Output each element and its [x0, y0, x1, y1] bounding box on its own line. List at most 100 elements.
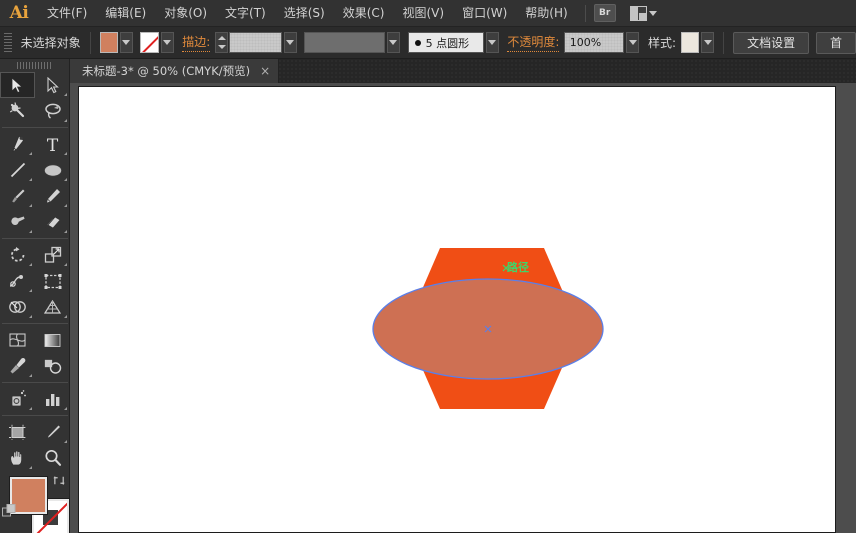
default-fill-stroke-icon[interactable] [2, 504, 16, 518]
lasso-tool[interactable] [35, 98, 70, 124]
rotate-tool[interactable] [0, 242, 35, 268]
control-bar-grip[interactable] [4, 32, 12, 53]
stroke-label[interactable]: 描边: [182, 33, 211, 52]
stroke-profile-input[interactable] [303, 32, 385, 53]
stroke-none-swatch[interactable] [140, 32, 159, 53]
tool-flyout-indicator [64, 178, 67, 181]
stepper-up-icon [217, 35, 226, 40]
document-tab[interactable]: 未标题-3* @ 50% (CMYK/预览) × [70, 59, 280, 83]
eyedropper-tool[interactable] [0, 353, 35, 379]
fill-dropdown-button[interactable] [119, 32, 133, 53]
tool-flyout-indicator [29, 466, 32, 469]
tool-flyout-indicator [64, 204, 67, 207]
tool-flyout-indicator [29, 407, 32, 410]
smart-guide-label: 路径 [507, 261, 529, 274]
opacity-input[interactable]: 100% [563, 32, 625, 53]
artboard[interactable]: 路径 [78, 86, 836, 533]
menu-object[interactable]: 对象(O) [155, 0, 216, 27]
control-bar: 未选择对象 描边: 5 点圆形 不透明度: 100% 样式: 文档设置 首 [0, 27, 856, 59]
tools-grid: T [0, 72, 70, 471]
tool-flyout-indicator [29, 263, 32, 266]
tool-flyout-indicator [64, 93, 67, 96]
chevron-down-icon [389, 40, 398, 45]
menu-window[interactable]: 窗口(W) [453, 0, 516, 27]
perspective-grid-tool[interactable] [35, 294, 70, 320]
paintbrush-tool[interactable] [0, 183, 35, 209]
swap-fill-stroke-icon[interactable] [53, 474, 66, 487]
chevron-down-icon [648, 10, 657, 16]
menu-effect[interactable]: 效果(C) [334, 0, 394, 27]
ellipse-tool[interactable] [35, 157, 70, 183]
fill-stroke-controls [0, 473, 70, 533]
stroke-weight-stepper[interactable] [215, 32, 228, 53]
menu-select[interactable]: 选择(S) [275, 0, 334, 27]
menu-file[interactable]: 文件(F) [38, 0, 96, 27]
tool-flyout-indicator [64, 440, 67, 443]
column-graph-tool[interactable] [35, 386, 70, 412]
magic-wand-tool[interactable] [0, 98, 35, 124]
blob-brush-tool[interactable] [0, 209, 35, 235]
style-dropdown-button[interactable] [701, 32, 715, 53]
brush-definition-select[interactable]: 5 点圆形 [407, 32, 484, 53]
stroke-dropdown-button[interactable] [160, 32, 174, 53]
canvas-area[interactable]: 路径 [70, 83, 856, 533]
pen-tool[interactable] [0, 131, 35, 157]
tools-panel-grip[interactable] [0, 59, 69, 72]
tool-group-divider [2, 127, 68, 128]
opacity-dropdown-button[interactable] [626, 32, 640, 53]
tool-flyout-indicator [29, 289, 32, 292]
menu-type[interactable]: 文字(T) [216, 0, 275, 27]
blend-tool[interactable] [35, 353, 70, 379]
line-segment-tool[interactable] [0, 157, 35, 183]
tool-flyout-indicator [64, 407, 67, 410]
tool-flyout-indicator [64, 152, 67, 155]
pencil-tool[interactable] [35, 183, 70, 209]
tool-group-divider [2, 382, 68, 383]
tool-flyout-indicator [64, 230, 67, 233]
hand-tool[interactable] [0, 445, 35, 471]
tools-panel: T [0, 59, 70, 533]
tool-flyout-indicator [29, 315, 32, 318]
chevron-down-icon [628, 40, 637, 45]
fill-color-swatch[interactable] [99, 32, 118, 53]
type-tool[interactable]: T [35, 131, 70, 157]
menu-help[interactable]: 帮助(H) [516, 0, 576, 27]
symbol-sprayer-tool[interactable] [0, 386, 35, 412]
arrange-documents-button[interactable] [629, 5, 657, 21]
gradient-tool[interactable] [35, 327, 70, 353]
tool-group-divider [2, 415, 68, 416]
close-icon[interactable]: × [260, 65, 270, 77]
selection-tool[interactable] [0, 72, 35, 98]
stepper-down-icon [217, 45, 226, 50]
width-tool[interactable] [0, 268, 35, 294]
opacity-label[interactable]: 不透明度: [507, 33, 560, 52]
preferences-button[interactable]: 首 [815, 31, 856, 54]
document-setup-button[interactable]: 文档设置 [733, 31, 810, 54]
stroke-profile-dropdown[interactable] [386, 32, 400, 53]
zoom-tool[interactable] [35, 445, 70, 471]
stroke-weight-input[interactable] [228, 32, 282, 53]
stroke-weight-dropdown[interactable] [283, 32, 297, 53]
svg-text:T: T [47, 136, 59, 153]
bridge-button[interactable]: Br [593, 4, 616, 22]
artboard-tool[interactable] [0, 419, 35, 445]
eraser-tool[interactable] [35, 209, 70, 235]
document-tab-bar: 未标题-3* @ 50% (CMYK/预览) × [70, 59, 856, 83]
shape-builder-tool[interactable] [0, 294, 35, 320]
direct-selection-tool[interactable] [35, 72, 70, 98]
menu-bar: Ai 文件(F) 编辑(E) 对象(O) 文字(T) 选择(S) 效果(C) 视… [0, 0, 856, 27]
slice-tool[interactable] [35, 419, 70, 445]
control-divider-1 [89, 31, 91, 54]
menu-view[interactable]: 视图(V) [393, 0, 453, 27]
scale-tool[interactable] [35, 242, 70, 268]
tool-flyout-indicator [29, 152, 32, 155]
free-transform-tool[interactable] [35, 268, 70, 294]
chevron-down-icon [286, 40, 295, 45]
tool-flyout-indicator [29, 230, 32, 233]
graphic-style-swatch[interactable] [681, 32, 700, 53]
arrange-documents-icon [629, 5, 647, 21]
brush-dropdown-button[interactable] [485, 32, 499, 53]
mesh-tool[interactable] [0, 327, 35, 353]
menu-edit[interactable]: 编辑(E) [96, 0, 155, 27]
style-label: 样式: [647, 36, 677, 50]
